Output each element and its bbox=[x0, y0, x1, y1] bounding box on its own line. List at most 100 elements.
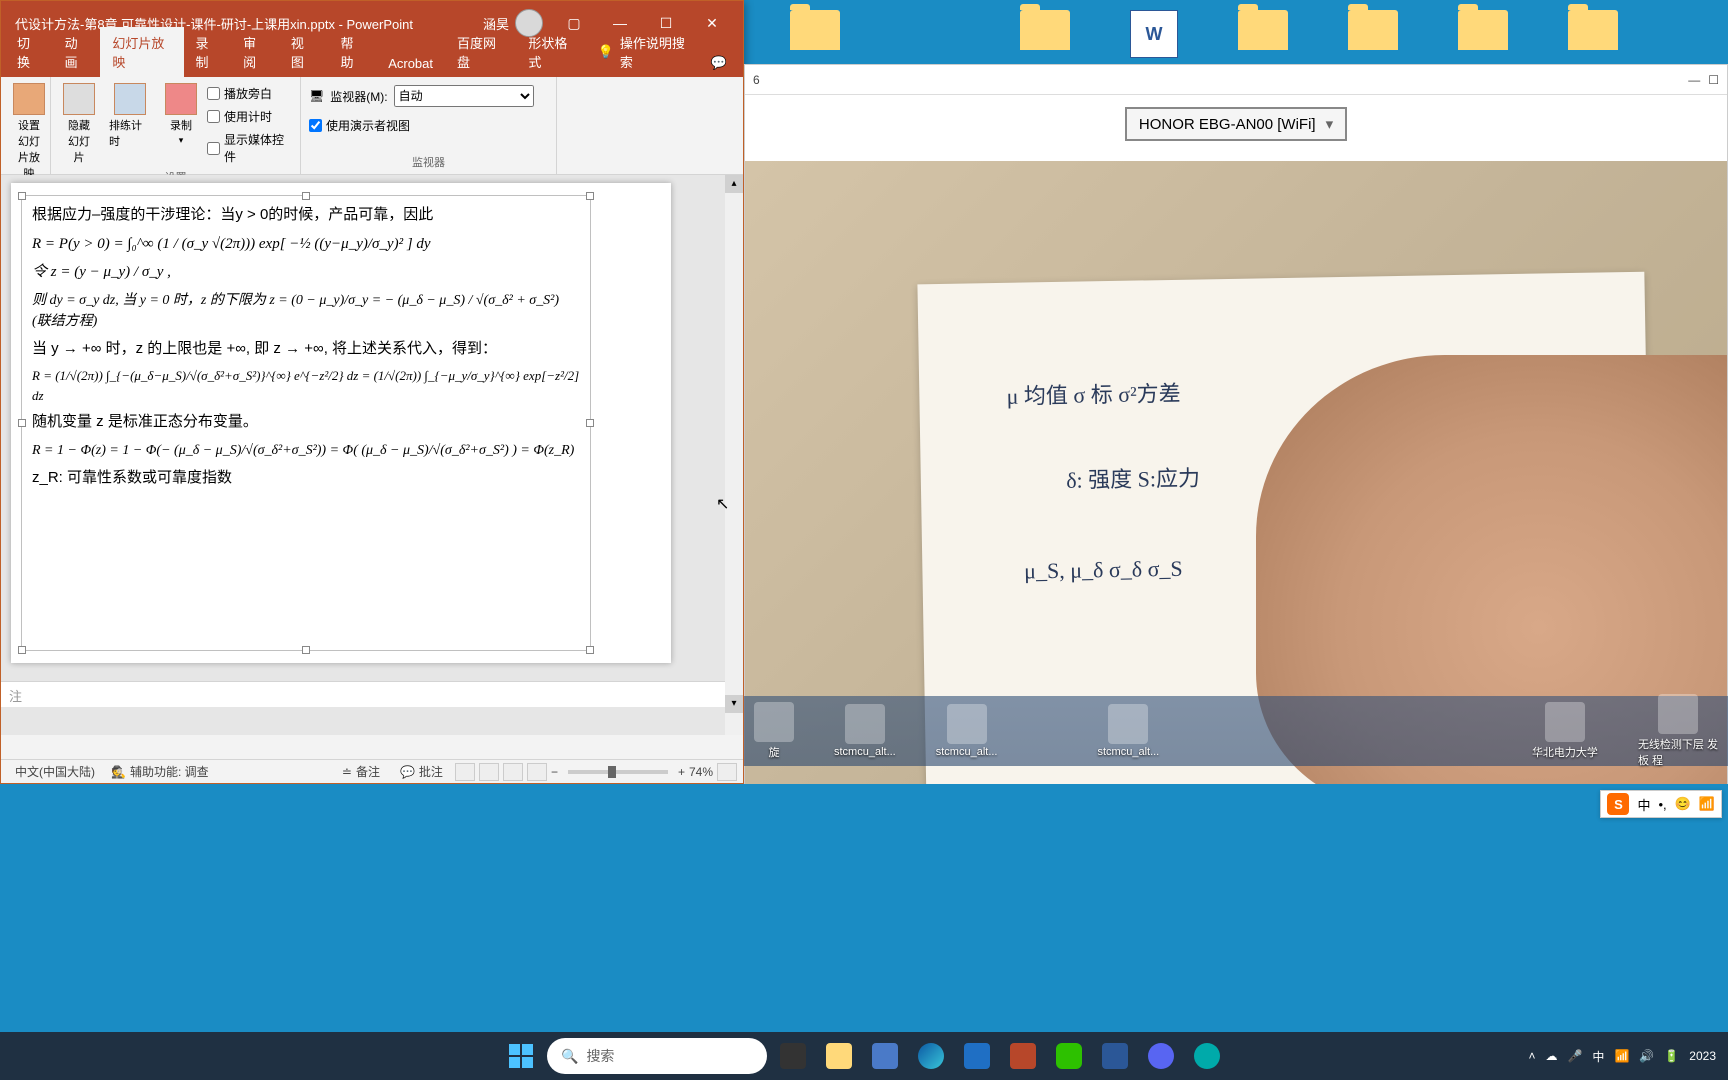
play-narration-checkbox[interactable]: 播放旁白 bbox=[207, 83, 292, 104]
desktop-shortcut[interactable]: stcmcu_alt... bbox=[1098, 704, 1160, 758]
tab-help[interactable]: 帮助 bbox=[329, 27, 377, 77]
tell-me-search[interactable]: 💡 操作说明搜索 bbox=[588, 27, 699, 77]
chevron-down-icon: ▾ bbox=[179, 135, 184, 146]
zoom-in-button[interactable]: + bbox=[678, 765, 685, 779]
sorter-view-button[interactable] bbox=[479, 763, 499, 781]
taskbar-search[interactable]: 🔍 搜索 bbox=[547, 1038, 767, 1074]
monitor-select[interactable]: 🖥 监视器(M): 自动 bbox=[309, 85, 534, 107]
tray-chevron-icon[interactable]: ˄ bbox=[1528, 1049, 1535, 1063]
resize-handle[interactable] bbox=[586, 419, 594, 427]
slideshow-view-button[interactable] bbox=[527, 763, 547, 781]
start-button[interactable] bbox=[501, 1036, 541, 1076]
wechat-button[interactable] bbox=[1049, 1036, 1089, 1076]
clock[interactable]: 2023 bbox=[1689, 1049, 1716, 1063]
wifi-icon: 📶 bbox=[1699, 796, 1715, 812]
system-tray: ˄ ☁ 🎤 中 📶 🔊 🔋 2023 bbox=[1528, 1048, 1720, 1065]
edge-button[interactable] bbox=[911, 1036, 951, 1076]
tab-baidu[interactable]: 百度网盘 bbox=[445, 27, 516, 77]
app-button[interactable] bbox=[1141, 1036, 1181, 1076]
onedrive-icon[interactable]: ☁ bbox=[1545, 1049, 1557, 1063]
hide-slide-button[interactable]: 隐藏 幻灯片 bbox=[59, 81, 99, 167]
monitor-dropdown[interactable]: 自动 bbox=[394, 85, 534, 107]
status-accessibility[interactable]: 🕵 辅助功能: 调查 bbox=[103, 763, 217, 780]
app-button[interactable] bbox=[865, 1036, 905, 1076]
zoom-slider[interactable] bbox=[568, 770, 668, 774]
maximize-button[interactable]: ☐ bbox=[1708, 73, 1719, 87]
tab-view[interactable]: 视图 bbox=[279, 27, 327, 77]
resize-handle[interactable] bbox=[302, 646, 310, 654]
folder-icon[interactable] bbox=[1238, 10, 1288, 50]
record-button[interactable]: 录制 ▾ bbox=[161, 81, 201, 148]
resize-handle[interactable] bbox=[18, 646, 26, 654]
resize-handle[interactable] bbox=[18, 419, 26, 427]
app-icon bbox=[845, 704, 885, 744]
rehearse-button[interactable]: 排练计时 bbox=[105, 81, 155, 151]
comments-button[interactable]: 💬 批注 bbox=[392, 763, 451, 780]
folder-icon[interactable] bbox=[1348, 10, 1398, 50]
fit-window-button[interactable] bbox=[717, 763, 737, 781]
ime-lang[interactable]: 中 bbox=[1637, 795, 1650, 814]
ime-tray[interactable]: 中 bbox=[1592, 1048, 1604, 1065]
zoom-out-button[interactable]: − bbox=[551, 765, 558, 779]
scroll-up-icon[interactable]: ▴ bbox=[725, 175, 743, 193]
normal-view-button[interactable] bbox=[455, 763, 475, 781]
folder-icon[interactable] bbox=[1458, 10, 1508, 50]
zoom-level[interactable]: 74% bbox=[689, 765, 713, 779]
presenter-view-checkbox[interactable]: 使用演示者视图 bbox=[309, 115, 410, 136]
store-button[interactable] bbox=[957, 1036, 997, 1076]
resize-handle[interactable] bbox=[302, 192, 310, 200]
battery-icon[interactable]: 🔋 bbox=[1664, 1049, 1679, 1063]
folder-icon[interactable] bbox=[790, 10, 840, 50]
setup-icon bbox=[13, 83, 45, 115]
desktop-shortcut[interactable]: 无线检测下层 发 板 程 bbox=[1638, 694, 1718, 768]
vertical-scrollbar[interactable]: ▴ ▾ bbox=[725, 175, 743, 735]
reading-view-button[interactable] bbox=[503, 763, 523, 781]
tab-shape-format[interactable]: 形状格式 bbox=[516, 27, 587, 77]
desktop-shortcut[interactable]: 旋 bbox=[754, 702, 794, 760]
device-dropdown[interactable]: HONOR EBG-AN00 [WiFi] bbox=[1125, 107, 1347, 141]
sogou-icon[interactable]: S bbox=[1607, 793, 1629, 815]
resize-handle[interactable] bbox=[586, 646, 594, 654]
minimize-button[interactable]: — bbox=[1688, 73, 1700, 87]
app-icon bbox=[1658, 694, 1698, 734]
notes-pane[interactable]: 注 bbox=[1, 681, 725, 707]
app-button[interactable] bbox=[1187, 1036, 1227, 1076]
desktop-shortcut[interactable]: stcmcu_alt... bbox=[936, 704, 998, 758]
tab-transition[interactable]: 切换 bbox=[5, 27, 53, 77]
comments-icon[interactable]: 💬 bbox=[699, 49, 739, 77]
resize-handle[interactable] bbox=[18, 192, 26, 200]
search-icon: 🔍 bbox=[561, 1048, 578, 1065]
resize-handle[interactable] bbox=[586, 192, 594, 200]
desktop-shortcut[interactable]: stcmcu_alt... bbox=[834, 704, 896, 758]
slider-handle[interactable] bbox=[608, 766, 616, 778]
tab-record[interactable]: 录制 bbox=[184, 27, 232, 77]
ime-toolbar[interactable]: S 中 •, 😊 📶 bbox=[1600, 790, 1722, 818]
show-media-checkbox[interactable]: 显示媒体控件 bbox=[207, 129, 292, 167]
desktop-shortcut[interactable]: 华北电力大学 bbox=[1532, 702, 1598, 760]
ime-punct[interactable]: •, bbox=[1658, 797, 1666, 812]
handwriting-line: μ_S, μ_δ σ_δ σ_S bbox=[1024, 556, 1183, 585]
mic-icon[interactable]: 🎤 bbox=[1567, 1049, 1582, 1063]
ime-emoji[interactable]: 😊 bbox=[1675, 796, 1691, 812]
tab-acrobat[interactable]: Acrobat bbox=[376, 50, 445, 77]
word-button[interactable] bbox=[1095, 1036, 1135, 1076]
ppt-slide[interactable]: 根据应力–强度的干涉理论：当y > 0的时候，产品可靠，因此 R = P(y >… bbox=[11, 183, 671, 663]
explorer-button[interactable] bbox=[819, 1036, 859, 1076]
setup-slideshow-button[interactable]: 设置 幻灯片放映 bbox=[9, 81, 49, 183]
tab-review[interactable]: 审阅 bbox=[231, 27, 279, 77]
folder-icon[interactable] bbox=[1568, 10, 1618, 50]
powerpoint-button[interactable] bbox=[1003, 1036, 1043, 1076]
tab-animation[interactable]: 动画 bbox=[53, 27, 101, 77]
volume-icon[interactable]: 🔊 bbox=[1639, 1049, 1654, 1063]
notes-button[interactable]: ≐ 备注 bbox=[334, 763, 388, 780]
folder-icon[interactable] bbox=[1020, 10, 1070, 50]
wifi-icon[interactable]: 📶 bbox=[1614, 1049, 1629, 1063]
scroll-down-icon[interactable]: ▾ bbox=[725, 695, 743, 713]
textbox-selected[interactable]: 根据应力–强度的干涉理论：当y > 0的时候，产品可靠，因此 R = P(y >… bbox=[21, 195, 591, 651]
word-icon[interactable]: W bbox=[1130, 10, 1178, 58]
app-icon bbox=[1545, 702, 1585, 742]
status-language[interactable]: 中文(中国大陆) bbox=[7, 763, 103, 780]
task-view-button[interactable] bbox=[773, 1036, 813, 1076]
use-timings-checkbox[interactable]: 使用计时 bbox=[207, 106, 292, 127]
tab-slideshow[interactable]: 幻灯片放映 bbox=[100, 27, 183, 77]
